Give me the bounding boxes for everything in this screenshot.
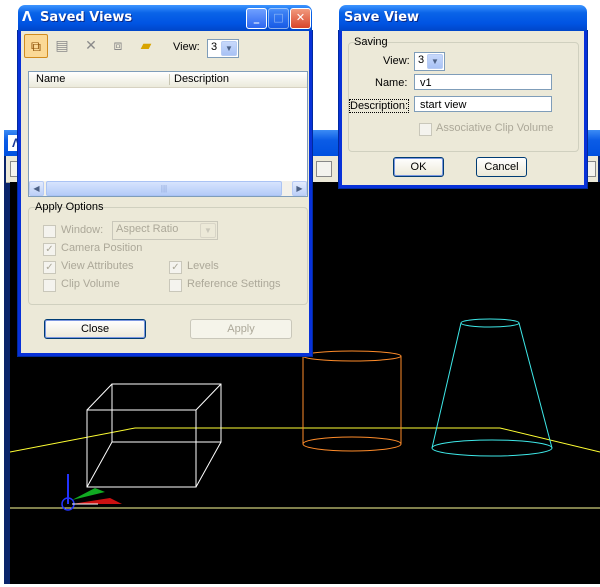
associative-clip-volume-label: Associative Clip Volume (436, 122, 554, 134)
levels-label: Levels (187, 260, 219, 272)
chevron-down-icon: ▼ (200, 223, 216, 238)
name-field[interactable]: v1 (414, 74, 552, 90)
view-control-icon[interactable] (316, 161, 332, 177)
view-label: View: (383, 55, 410, 67)
view-attributes-checkbox[interactable]: ✓ (43, 261, 56, 274)
column-header-name[interactable]: Name (36, 73, 65, 85)
dialog-title: Save View (344, 10, 420, 25)
cone-wireframe (431, 318, 553, 457)
app-logo-icon: Λ (22, 10, 33, 25)
column-header-description[interactable]: Description (174, 73, 229, 85)
window-label: Window: (61, 224, 104, 236)
camera-position-checkbox[interactable]: ✓ (43, 243, 56, 256)
chevron-down-icon: ▼ (221, 41, 237, 56)
cylinder-wireframe (302, 350, 402, 452)
window-checkbox[interactable] (43, 225, 56, 238)
save-view-icon[interactable]: ⧉ (24, 34, 48, 58)
camera-position-label: Camera Position (61, 242, 143, 254)
associative-clip-volume-checkbox (419, 123, 432, 136)
dialog-title: Saved Views (40, 10, 133, 25)
scroll-thumb[interactable]: ||| (46, 181, 282, 196)
save-view-dialog: Save View Saving View: 3 ▼ Name: v1 Desc… (339, 5, 587, 188)
cancel-button[interactable]: Cancel (476, 157, 527, 177)
view-select[interactable]: 3 ▼ (207, 39, 239, 58)
close-window-button[interactable]: ✕ (290, 8, 311, 29)
maximize-button: □ (268, 8, 289, 29)
chevron-down-icon: ▼ (427, 54, 443, 69)
clip-volume-label: Clip Volume (61, 278, 120, 290)
saved-views-titlebar[interactable]: Λ Saved Views _ □ ✕ (18, 5, 312, 31)
settings-view-icon[interactable]: ▤ (52, 35, 72, 55)
name-label: Name: (375, 77, 408, 89)
box-wireframe (86, 383, 222, 488)
window-select: Aspect Ratio ▼ (112, 221, 218, 240)
open-folder-icon[interactable]: ▰ (136, 35, 156, 55)
reference-settings-label: Reference Settings (187, 278, 281, 290)
copy-view-icon[interactable]: ⧈ (108, 35, 128, 55)
saved-views-list[interactable]: Name Description ◀ ||| ▶ (28, 71, 308, 197)
scroll-right-icon[interactable]: ▶ (292, 181, 307, 196)
description-label: Description: (349, 99, 410, 113)
save-view-titlebar[interactable]: Save View (339, 5, 587, 31)
clip-volume-checkbox[interactable] (43, 279, 56, 292)
axis-triad-icon (61, 474, 122, 511)
scroll-left-icon[interactable]: ◀ (29, 181, 44, 196)
ok-button[interactable]: OK (393, 157, 444, 177)
reference-settings-checkbox[interactable] (169, 279, 182, 292)
levels-checkbox[interactable]: ✓ (169, 261, 182, 274)
minimize-button[interactable]: _ (246, 8, 267, 29)
description-field[interactable]: start view (414, 96, 552, 112)
view-select[interactable]: 3 ▼ (414, 52, 445, 71)
view-attributes-label: View Attributes (61, 260, 134, 272)
close-button[interactable]: Close (44, 319, 146, 339)
apply-options-legend: Apply Options (35, 201, 104, 213)
saved-views-dialog: Λ Saved Views _ □ ✕ ⧉ ▤ ✕ ⧈ ▰ View: 3 ▼ … (18, 5, 312, 356)
apply-button: Apply (190, 319, 292, 339)
list-header: Name Description (29, 72, 307, 88)
saving-legend: Saving (354, 36, 388, 48)
view-label: View: (173, 41, 200, 53)
delete-icon[interactable]: ✕ (81, 35, 101, 55)
horizontal-scrollbar[interactable]: ◀ ||| ▶ (29, 181, 307, 196)
